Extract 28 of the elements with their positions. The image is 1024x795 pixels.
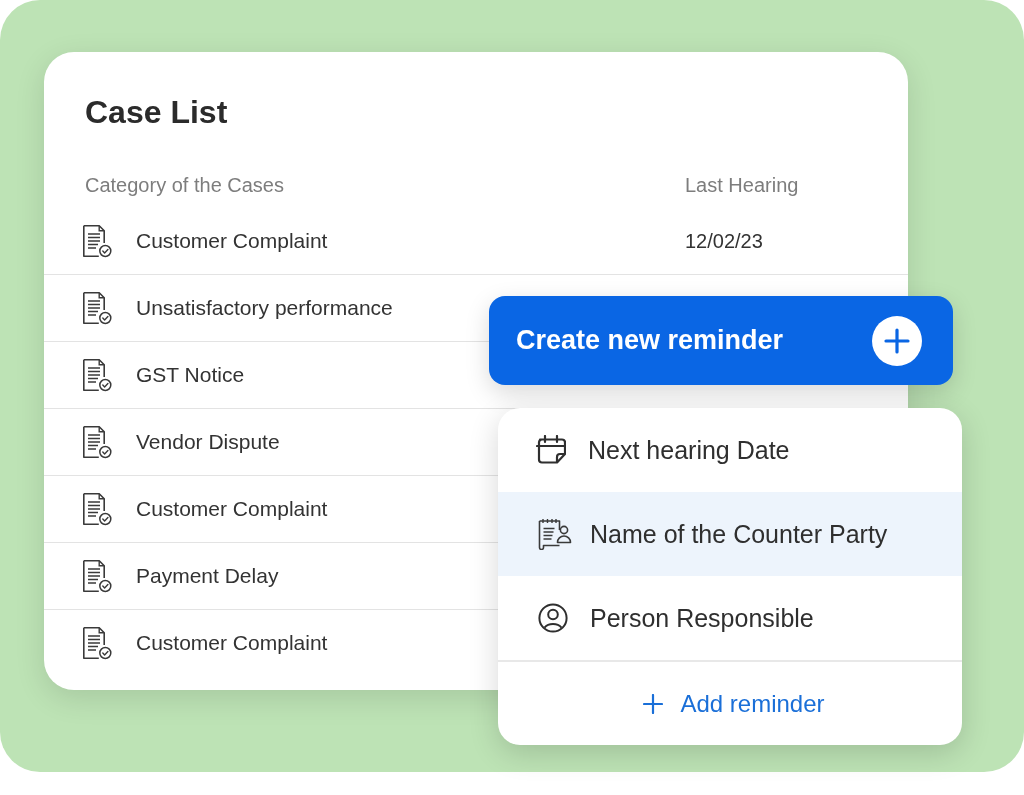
document-check-icon [82, 358, 112, 392]
menu-item[interactable]: Next hearing Date [498, 408, 962, 492]
create-reminder-button[interactable]: Create new reminder [489, 296, 953, 385]
card-title: Case List [85, 93, 228, 132]
hearing-date: 12/02/23 [685, 229, 763, 253]
column-header: Category of the Cases [85, 173, 284, 197]
document-check-icon [82, 291, 112, 325]
calendar-icon [536, 435, 566, 465]
document-check-icon [82, 224, 112, 258]
column-header: Last Hearing [685, 173, 799, 197]
case-category: Customer Complaint [136, 497, 328, 521]
document-check-icon [82, 559, 112, 593]
menu-item[interactable]: Person Responsible [498, 576, 962, 660]
case-category: Vendor Dispute [136, 430, 280, 454]
document-check-icon [82, 492, 112, 526]
document-person-icon [538, 518, 572, 550]
case-category: Customer Complaint [136, 229, 328, 253]
plus-icon [872, 315, 922, 366]
add-reminder-button[interactable]: Add reminder [643, 689, 825, 718]
case-category: Unsatisfactory performance [136, 296, 393, 320]
document-check-icon [82, 425, 112, 459]
person-circle-icon [538, 603, 568, 633]
menu-item[interactable]: Name of the Counter Party [498, 492, 962, 576]
plus-icon [643, 693, 664, 714]
document-check-icon [82, 626, 112, 660]
case-category: Customer Complaint [136, 631, 328, 655]
case-category: GST Notice [136, 363, 245, 387]
case-category: Payment Delay [136, 564, 279, 588]
